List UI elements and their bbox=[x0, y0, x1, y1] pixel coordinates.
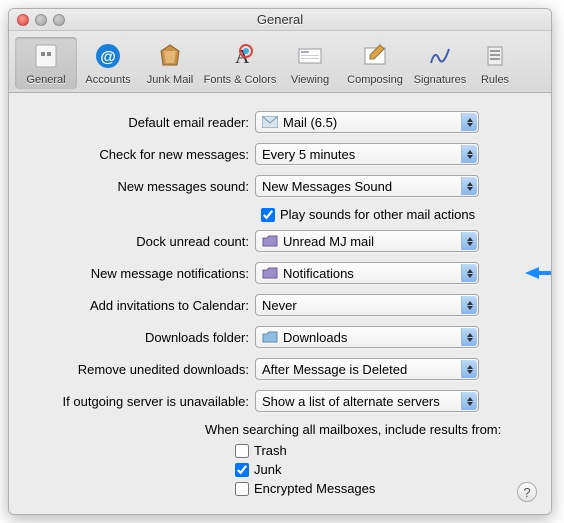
chevron-updown-icon bbox=[461, 232, 477, 250]
chevron-updown-icon bbox=[461, 145, 477, 163]
chevron-updown-icon bbox=[461, 328, 477, 346]
popup-value: Show a list of alternate servers bbox=[262, 394, 440, 409]
outgoing-popup[interactable]: Show a list of alternate servers bbox=[255, 390, 479, 412]
search-checks: Trash Junk Encrypted Messages bbox=[235, 443, 535, 496]
toolbar-accounts[interactable]: @ Accounts bbox=[77, 37, 139, 89]
general-icon bbox=[30, 40, 62, 72]
chevron-updown-icon bbox=[461, 392, 477, 410]
checkbox-label: Trash bbox=[254, 443, 287, 458]
label: Add invitations to Calendar: bbox=[25, 298, 255, 313]
preferences-window: General General @ Accounts Junk Mail A F… bbox=[8, 8, 552, 515]
popup-value: Downloads bbox=[283, 330, 347, 345]
label: New messages sound: bbox=[25, 179, 255, 194]
label: New message notifications: bbox=[25, 266, 255, 281]
label: Downloads folder: bbox=[25, 330, 255, 345]
row-search-trash: Trash bbox=[235, 443, 535, 458]
toolbar-signatures[interactable]: Signatures bbox=[409, 37, 471, 89]
toolbar-label: Rules bbox=[481, 74, 509, 86]
label: Check for new messages: bbox=[25, 147, 255, 162]
composing-icon bbox=[359, 40, 391, 72]
row-downloads: Downloads folder: Downloads bbox=[25, 326, 535, 348]
popup-value: Never bbox=[262, 298, 297, 313]
toolbar-rules[interactable]: Rules bbox=[471, 37, 519, 89]
close-button[interactable] bbox=[17, 14, 29, 26]
toolbar-fonts-colors[interactable]: A Fonts & Colors bbox=[201, 37, 279, 89]
toolbar-label: General bbox=[26, 74, 65, 86]
label: Dock unread count: bbox=[25, 234, 255, 249]
label: Remove unedited downloads: bbox=[25, 362, 255, 377]
chevron-updown-icon bbox=[461, 296, 477, 314]
search-encrypted-checkbox[interactable] bbox=[235, 482, 249, 496]
junk-mail-icon bbox=[154, 40, 186, 72]
checkbox-label: Play sounds for other mail actions bbox=[280, 207, 475, 222]
dock-unread-popup[interactable]: Unread MJ mail bbox=[255, 230, 479, 252]
toolbar-label: Signatures bbox=[414, 74, 467, 86]
titlebar: General bbox=[9, 9, 551, 31]
mail-app-icon bbox=[262, 116, 278, 128]
popup-value: Notifications bbox=[283, 266, 354, 281]
row-check-messages: Check for new messages: Every 5 minutes bbox=[25, 143, 535, 165]
row-invitations: Add invitations to Calendar: Never bbox=[25, 294, 535, 316]
minimize-button[interactable] bbox=[35, 14, 47, 26]
toolbar-viewing[interactable]: Viewing bbox=[279, 37, 341, 89]
svg-text:@: @ bbox=[100, 49, 116, 66]
toolbar-label: Viewing bbox=[291, 74, 329, 86]
row-search-encrypted: Encrypted Messages bbox=[235, 481, 535, 496]
default-reader-popup[interactable]: Mail (6.5) bbox=[255, 111, 479, 133]
search-heading: When searching all mailboxes, include re… bbox=[205, 422, 535, 437]
invitations-popup[interactable]: Never bbox=[255, 294, 479, 316]
smart-folder-icon bbox=[262, 267, 278, 279]
help-button[interactable]: ? bbox=[517, 482, 537, 502]
popup-value: Mail (6.5) bbox=[283, 115, 337, 130]
fonts-colors-icon: A bbox=[224, 40, 256, 72]
toolbar-label: Accounts bbox=[85, 74, 130, 86]
traffic-lights bbox=[9, 14, 65, 26]
row-dock-unread: Dock unread count: Unread MJ mail bbox=[25, 230, 535, 252]
row-play-sounds: Play sounds for other mail actions bbox=[261, 207, 535, 222]
toolbar-label: Fonts & Colors bbox=[204, 74, 277, 86]
row-default-reader: Default email reader: Mail (6.5) bbox=[25, 111, 535, 133]
play-sounds-checkbox[interactable] bbox=[261, 208, 275, 222]
chevron-updown-icon bbox=[461, 360, 477, 378]
remove-downloads-popup[interactable]: After Message is Deleted bbox=[255, 358, 479, 380]
label: Default email reader: bbox=[25, 115, 255, 130]
notifications-popup[interactable]: Notifications bbox=[255, 262, 479, 284]
row-remove-downloads: Remove unedited downloads: After Message… bbox=[25, 358, 535, 380]
checkbox-label: Encrypted Messages bbox=[254, 481, 375, 496]
zoom-button[interactable] bbox=[53, 14, 65, 26]
check-messages-popup[interactable]: Every 5 minutes bbox=[255, 143, 479, 165]
chevron-updown-icon bbox=[461, 113, 477, 131]
toolbar-junk-mail[interactable]: Junk Mail bbox=[139, 37, 201, 89]
popup-value: New Messages Sound bbox=[262, 179, 392, 194]
callout-arrow-icon bbox=[525, 266, 552, 280]
toolbar-general[interactable]: General bbox=[15, 37, 77, 89]
toolbar-label: Junk Mail bbox=[147, 74, 193, 86]
popup-value: Unread MJ mail bbox=[283, 234, 374, 249]
row-outgoing: If outgoing server is unavailable: Show … bbox=[25, 390, 535, 412]
label: If outgoing server is unavailable: bbox=[25, 394, 255, 409]
downloads-popup[interactable]: Downloads bbox=[255, 326, 479, 348]
search-trash-checkbox[interactable] bbox=[235, 444, 249, 458]
toolbar-composing[interactable]: Composing bbox=[341, 37, 409, 89]
chevron-updown-icon bbox=[461, 177, 477, 195]
popup-value: After Message is Deleted bbox=[262, 362, 407, 377]
accounts-icon: @ bbox=[92, 40, 124, 72]
toolbar-label: Composing bbox=[347, 74, 403, 86]
toolbar: General @ Accounts Junk Mail A Fonts & C… bbox=[9, 31, 551, 93]
new-sound-popup[interactable]: New Messages Sound bbox=[255, 175, 479, 197]
signatures-icon bbox=[424, 40, 456, 72]
smart-folder-icon bbox=[262, 235, 278, 247]
popup-value: Every 5 minutes bbox=[262, 147, 355, 162]
search-junk-checkbox[interactable] bbox=[235, 463, 249, 477]
content-pane: Default email reader: Mail (6.5) Check f… bbox=[9, 93, 551, 514]
viewing-icon bbox=[294, 40, 326, 72]
rules-icon bbox=[479, 40, 511, 72]
row-new-sound: New messages sound: New Messages Sound bbox=[25, 175, 535, 197]
row-search-junk: Junk bbox=[235, 462, 535, 477]
folder-icon bbox=[262, 331, 278, 343]
row-notifications: New message notifications: Notifications bbox=[25, 262, 535, 284]
chevron-updown-icon bbox=[461, 264, 477, 282]
window-title: General bbox=[9, 12, 551, 27]
checkbox-label: Junk bbox=[254, 462, 281, 477]
